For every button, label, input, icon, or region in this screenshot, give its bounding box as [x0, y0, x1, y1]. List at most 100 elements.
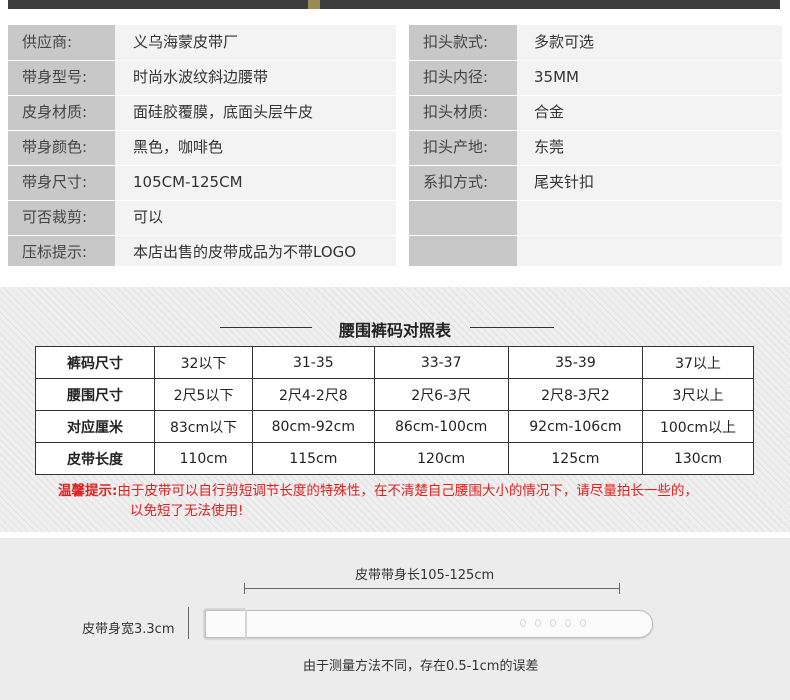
width-dimension-line — [188, 607, 189, 639]
spec-value: 时尚水波纹斜边腰带 — [133, 68, 269, 86]
spec-row-model: 带身型号: 时尚水波纹斜边腰带 — [8, 60, 396, 95]
spec-row-color: 带身颜色: 黑色，咖啡色 — [8, 130, 396, 165]
row-header: 皮带长度 — [35, 442, 155, 475]
spec-row-fastening: 系扣方式: 尾夹针扣 — [409, 165, 782, 200]
spec-row-buckle-origin: 扣头产地: 东莞 — [409, 130, 782, 165]
row-divider — [8, 130, 396, 131]
spec-label: 压标提示: — [22, 243, 88, 261]
row-divider — [8, 200, 396, 201]
spec-value: 义乌海蒙皮带厂 — [133, 33, 239, 51]
table-cell: 110cm — [153, 442, 254, 475]
row-divider — [409, 130, 782, 131]
spec-label: 带身颜色: — [22, 138, 88, 156]
spec-value: 35MM — [534, 68, 579, 86]
table-cell: 125cm — [507, 442, 644, 475]
table-cell: 86cm-100cm — [373, 410, 509, 443]
row-divider — [409, 60, 782, 61]
table-cell: 33-37 — [373, 346, 509, 379]
row-header: 腰围尺寸 — [35, 378, 155, 411]
buckle-detail — [308, 0, 320, 9]
belt-hole — [520, 619, 526, 627]
row-header: 裤码尺寸 — [35, 346, 155, 379]
spec-value: 可以 — [133, 208, 164, 226]
spec-label: 带身尺寸: — [22, 173, 88, 191]
table-cell: 80cm-92cm — [252, 410, 375, 443]
table-row: 皮带长度 110cm 115cm 120cm 125cm 130cm — [35, 442, 754, 475]
spec-row-material: 皮身材质: 面硅胶覆膜，底面头层牛皮 — [8, 95, 396, 130]
table-cell: 120cm — [373, 442, 509, 475]
row-divider — [409, 235, 782, 236]
spec-value: 尾夹针扣 — [534, 173, 595, 191]
table-cell: 31-35 — [252, 346, 375, 379]
spec-value: 本店出售的皮带成品为不带LOGO — [133, 243, 357, 261]
spec-row-trimmable: 可否裁剪: 可以 — [8, 200, 396, 235]
dimension-tick-left — [244, 583, 245, 594]
spec-label: 皮身材质: — [22, 103, 88, 121]
row-divider — [409, 95, 782, 96]
product-image-edge — [8, 0, 780, 9]
spec-table-right: 扣头款式: 多款可选 扣头内径: 35MM 扣头材质: 合金 扣头产地: 东莞 … — [409, 25, 782, 266]
table-cell: 32以下 — [153, 346, 254, 379]
warning-text-line2: 以免短了无法使用! — [130, 503, 244, 519]
spec-table-left: 供应商: 义乌海蒙皮带厂 带身型号: 时尚水波纹斜边腰带 皮身材质: 面硅胶覆膜… — [8, 25, 396, 266]
length-dimension-line — [244, 588, 620, 589]
spec-label: 供应商: — [22, 33, 73, 51]
spec-value: 105CM-125CM — [133, 173, 243, 191]
row-divider — [409, 165, 782, 166]
spec-label: 可否裁剪: — [22, 208, 88, 226]
row-divider — [8, 165, 396, 166]
size-chart-table: 裤码尺寸 32以下 31-35 33-37 35-39 37以上 腰围尺寸 2尺… — [35, 346, 754, 475]
table-row: 对应厘米 83cm以下 80cm-92cm 86cm-100cm 92cm-10… — [35, 410, 754, 443]
table-cell: 3尺以上 — [642, 378, 754, 411]
table-cell: 130cm — [642, 442, 754, 475]
spec-row-buckle-material: 扣头材质: 合金 — [409, 95, 782, 130]
belt-holes — [520, 619, 586, 627]
belt-hole — [550, 619, 556, 627]
spec-label: 系扣方式: — [423, 173, 489, 191]
belt-hole — [580, 619, 586, 627]
dimension-tick-right — [619, 583, 620, 594]
spec-row-buckle-style: 扣头款式: 多款可选 — [409, 25, 782, 60]
table-cell: 92cm-106cm — [507, 410, 644, 443]
spec-label: 扣头内径: — [423, 68, 489, 86]
belt-dimension-diagram: 皮带带身长105-125cm 皮带身宽3.3cm 由于测量方法不同，存在0.5-… — [0, 538, 790, 700]
belt-length-label: 皮带带身长105-125cm — [355, 568, 495, 583]
belt-hole — [565, 619, 571, 627]
table-cell: 2尺6-3尺 — [373, 378, 509, 411]
spec-row-buckle-inner: 扣头内径: 35MM — [409, 60, 782, 95]
size-chart-section: 腰围裤码对照表 裤码尺寸 32以下 31-35 33-37 35-39 37以上… — [0, 287, 790, 532]
warning-label: 温馨提示: — [58, 483, 118, 499]
table-cell: 83cm以下 — [153, 410, 254, 443]
spec-value: 黑色，咖啡色 — [133, 138, 224, 156]
row-header: 对应厘米 — [35, 410, 155, 443]
row-divider — [8, 235, 396, 236]
belt-hole — [535, 619, 541, 627]
table-cell: 37以上 — [642, 346, 754, 379]
table-cell: 2尺5以下 — [153, 378, 254, 411]
spec-value: 面硅胶覆膜，底面头层牛皮 — [133, 103, 314, 121]
table-row: 裤码尺寸 32以下 31-35 33-37 35-39 37以上 — [35, 346, 754, 379]
warning-text-line1: 由于皮带可以自行剪短调节长度的特殊性，在不清楚自己腰围大小的情况下，请尽量拍长一… — [117, 483, 698, 499]
row-divider — [8, 95, 396, 96]
table-cell: 115cm — [252, 442, 375, 475]
warning-note: 温馨提示:由于皮带可以自行剪短调节长度的特殊性，在不清楚自己腰围大小的情况下，请… — [58, 481, 738, 521]
table-cell: 100cm以上 — [642, 410, 754, 443]
spec-value: 合金 — [534, 103, 565, 121]
belt-buckle-outline — [203, 608, 247, 640]
spec-label: 扣头产地: — [423, 138, 489, 156]
spec-value: 多款可选 — [534, 33, 595, 51]
spec-label: 扣头款式: — [423, 33, 489, 51]
table-cell: 35-39 — [507, 346, 644, 379]
measurement-error-note: 由于测量方法不同，存在0.5-1cm的误差 — [303, 659, 539, 674]
table-cell: 2尺8-3尺2 — [507, 378, 644, 411]
spec-row-logo-note: 压标提示: 本店出售的皮带成品为不带LOGO — [8, 235, 396, 270]
spec-row-supplier: 供应商: 义乌海蒙皮带厂 — [8, 25, 396, 60]
spec-row-size: 带身尺寸: 105CM-125CM — [8, 165, 396, 200]
spec-label: 带身型号: — [22, 68, 88, 86]
row-divider — [409, 200, 782, 201]
spec-label: 扣头材质: — [423, 103, 489, 121]
row-divider — [8, 60, 396, 61]
spec-value: 东莞 — [534, 138, 565, 156]
table-row: 腰围尺寸 2尺5以下 2尺4-2尺8 2尺6-3尺 2尺8-3尺2 3尺以上 — [35, 378, 754, 411]
title-rule-right — [470, 327, 554, 328]
